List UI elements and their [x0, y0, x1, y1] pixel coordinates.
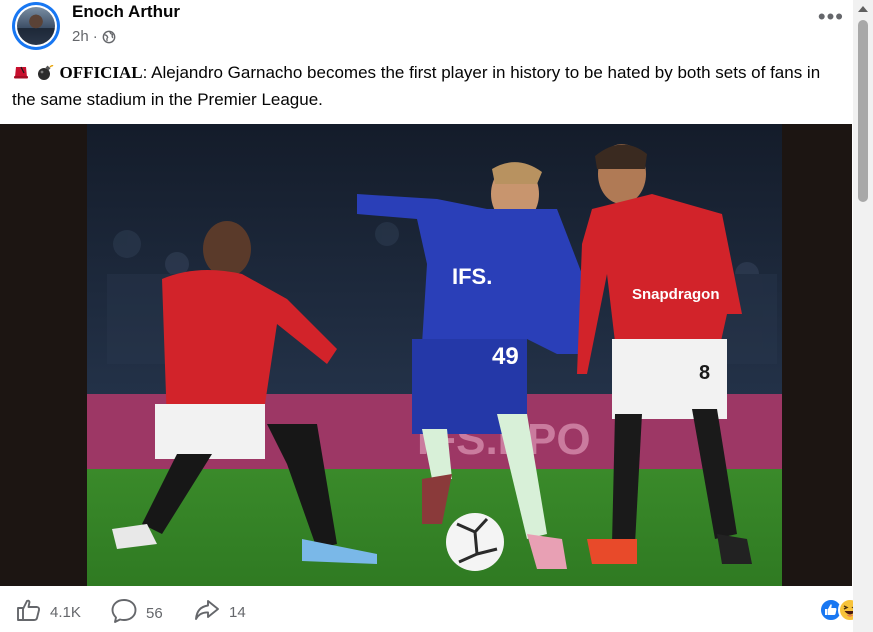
jersey-number-8: 8	[699, 362, 710, 384]
fez-hat-emoji	[12, 62, 30, 87]
sponsor-snapdragon: Snapdragon	[632, 286, 720, 303]
author-name[interactable]: Enoch Arthur	[72, 2, 180, 22]
shares-count[interactable]: 14	[229, 604, 246, 621]
caption-tag: OFFICIAL	[59, 63, 143, 82]
globe-icon[interactable]	[102, 30, 116, 44]
page-scrollbar[interactable]	[853, 0, 873, 632]
football-match-photo[interactable]: IFS.EPO IFS.	[87, 124, 782, 586]
sponsor-ifs: IFS.	[452, 264, 492, 289]
post-meta: 2h ·	[72, 28, 116, 45]
more-options-icon[interactable]: •••	[818, 6, 844, 28]
post-media[interactable]: IFS.EPO IFS.	[0, 124, 852, 586]
post-header: Enoch Arthur 2h · •••	[12, 0, 852, 54]
post-caption: OFFICIAL: Alejandro Garnacho becomes the…	[12, 60, 842, 112]
post-actions: 4.1K 56 14	[0, 590, 862, 632]
football	[446, 513, 504, 571]
bomb-emoji	[35, 62, 55, 87]
post-time[interactable]: 2h	[72, 28, 89, 45]
facebook-post: Enoch Arthur 2h · ••• OFFICIAL: Alejandr…	[0, 0, 862, 632]
share-arrow-icon[interactable]	[193, 598, 221, 626]
scroll-thumb[interactable]	[858, 20, 868, 202]
meta-separator: ·	[92, 28, 98, 45]
likes-count[interactable]: 4.1K	[50, 604, 81, 621]
comments-count[interactable]: 56	[146, 605, 163, 622]
thumbs-up-icon[interactable]	[16, 598, 42, 626]
share-action[interactable]: 14	[193, 598, 246, 626]
comment-action[interactable]: 56	[110, 598, 163, 628]
scroll-up-arrow-icon[interactable]	[858, 6, 868, 12]
comment-bubble-icon[interactable]	[110, 598, 138, 628]
avatar[interactable]	[12, 2, 60, 50]
like-action[interactable]: 4.1K	[16, 598, 81, 626]
jersey-number-49: 49	[492, 343, 519, 370]
avatar-image	[17, 7, 55, 45]
